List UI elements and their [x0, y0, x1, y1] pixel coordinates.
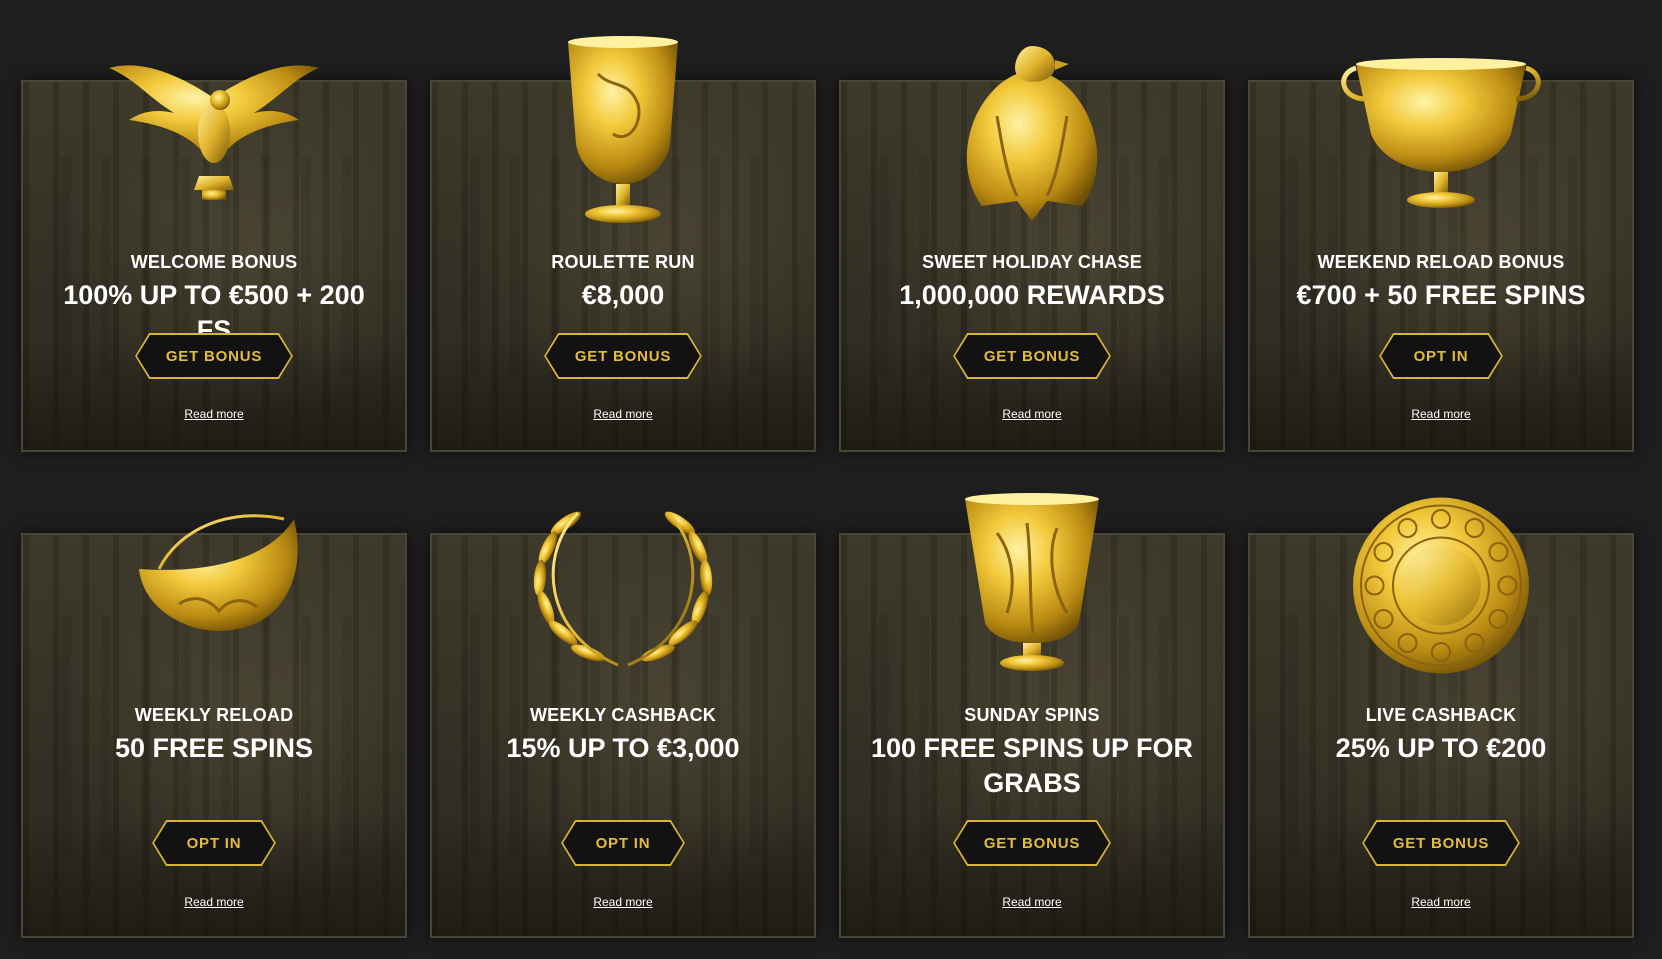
- promo-card-live-cashback: LIVE CASHBACK 25% UP TO €200 GET BONUS R…: [1248, 497, 1634, 938]
- promo-prize: €8,000: [581, 280, 665, 310]
- promo-card-roulette-run: ROULETTE RUN €8,000 GET BONUS Read more: [430, 36, 816, 452]
- promo-title: SWEET HOLIDAY CHASE: [922, 252, 1142, 272]
- promo-prize: 100 FREE SPINS UP FOR GRABS: [870, 733, 1194, 798]
- promo-title: LIVE CASHBACK: [1365, 705, 1517, 725]
- get-bonus-button[interactable]: GET BONUS: [544, 333, 702, 379]
- promo-card-weekly-reload: WEEKLY RELOAD 50 FREE SPINS OPT IN Read …: [21, 514, 407, 938]
- promo-title: WELCOME BONUS: [130, 252, 298, 272]
- promo-title: ROULETTE RUN: [551, 252, 695, 272]
- read-more-link[interactable]: Read more: [841, 407, 1223, 421]
- read-more-link[interactable]: Read more: [1250, 407, 1632, 421]
- read-more-link[interactable]: Read more: [841, 895, 1223, 909]
- promo-title: WEEKLY RELOAD: [134, 705, 294, 725]
- golden-chalice-icon: [1341, 58, 1541, 208]
- promo-title: WEEKLY CASHBACK: [529, 705, 717, 725]
- read-more-link[interactable]: Read more: [432, 895, 814, 909]
- get-bonus-button[interactable]: GET BONUS: [135, 333, 293, 379]
- promo-card-weekend-reload-bonus: WEEKEND RELOAD BONUS €700 + 50 FREE SPIN…: [1248, 58, 1634, 452]
- opt-in-button[interactable]: OPT IN: [1379, 333, 1503, 379]
- read-more-link[interactable]: Read more: [432, 407, 814, 421]
- opt-in-button[interactable]: OPT IN: [561, 820, 685, 866]
- golden-cup-icon: [568, 36, 678, 223]
- golden-vase-icon: [965, 493, 1099, 671]
- golden-coin-plate-icon: [1353, 497, 1529, 674]
- read-more-link[interactable]: Read more: [23, 895, 405, 909]
- get-bonus-button[interactable]: GET BONUS: [1362, 820, 1520, 866]
- promo-prize: €700 + 50 FREE SPINS: [1296, 280, 1586, 310]
- promo-prize: 15% UP TO €3,000: [506, 733, 740, 763]
- promo-prize: 25% UP TO €200: [1335, 733, 1547, 763]
- promo-card-weekly-cashback: WEEKLY CASHBACK 15% UP TO €3,000 OPT IN …: [430, 511, 816, 938]
- promo-title: WEEKEND RELOAD BONUS: [1317, 252, 1565, 272]
- golden-pouch-icon: [139, 514, 298, 631]
- laurel-wreath-icon: [533, 511, 713, 667]
- promo-prize: 1,000,000 REWARDS: [899, 280, 1165, 310]
- get-bonus-button[interactable]: GET BONUS: [953, 820, 1111, 866]
- golden-eagle-statue-icon: [966, 46, 1098, 221]
- get-bonus-button[interactable]: GET BONUS: [953, 333, 1111, 379]
- golden-eagle-icon: [109, 65, 319, 200]
- opt-in-button[interactable]: OPT IN: [152, 820, 276, 866]
- promo-card-welcome-bonus: WELCOME BONUS 100% UP TO €500 + 200 FS G…: [21, 65, 407, 452]
- promo-card-sweet-holiday-chase: SWEET HOLIDAY CHASE 1,000,000 REWARDS GE…: [839, 46, 1225, 452]
- promotions-grid: WELCOME BONUS 100% UP TO €500 + 200 FS G…: [0, 0, 1662, 959]
- read-more-link[interactable]: Read more: [1250, 895, 1632, 909]
- read-more-link[interactable]: Read more: [23, 407, 405, 421]
- promo-prize: 50 FREE SPINS: [114, 733, 314, 763]
- promo-card-sunday-spins: SUNDAY SPINS 100 FREE SPINS UP FOR GRABS…: [839, 493, 1225, 938]
- promo-title: SUNDAY SPINS: [964, 705, 1100, 725]
